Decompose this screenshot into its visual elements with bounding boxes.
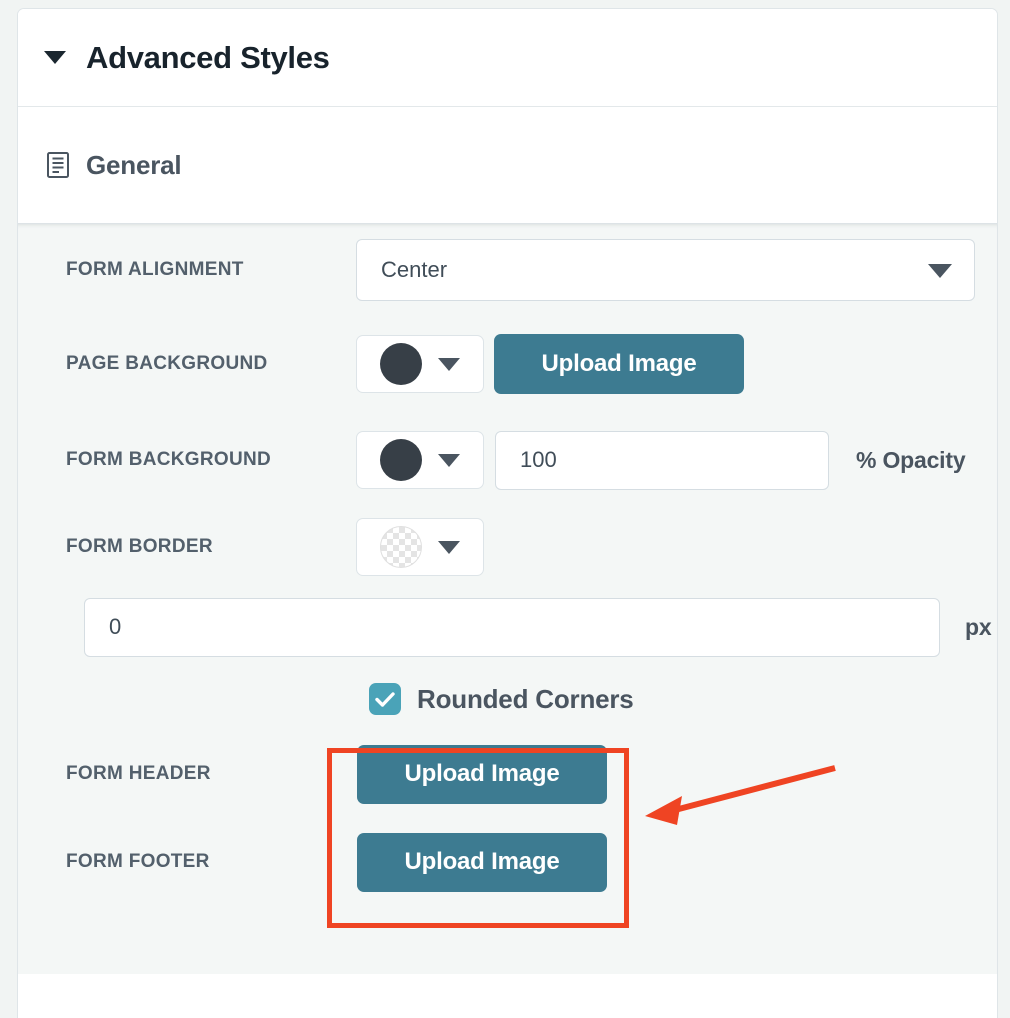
form-footer-row: FORM FOOTER Upload Image xyxy=(18,818,997,906)
form-background-opacity-value: 100 xyxy=(520,447,557,472)
general-section-header[interactable]: General xyxy=(18,107,997,224)
form-footer-label: FORM FOOTER xyxy=(66,851,210,872)
form-header-label: FORM HEADER xyxy=(66,763,211,784)
form-alignment-label: FORM ALIGNMENT xyxy=(66,259,244,280)
form-background-row: FORM BACKGROUND 100 % Opacity xyxy=(18,412,997,508)
general-settings-body: FORM ALIGNMENT Center PAGE BACKGROUND Up… xyxy=(18,224,997,976)
form-border-row: FORM BORDER xyxy=(18,508,997,586)
advanced-styles-panel: Advanced Styles General FORM ALIGNMENT C… xyxy=(17,8,998,1018)
form-alignment-select[interactable]: Center xyxy=(356,239,975,301)
page-title: Advanced Styles xyxy=(86,39,330,75)
next-section-strip xyxy=(17,974,998,990)
px-suffix-label: px xyxy=(965,613,992,640)
page-background-row: PAGE BACKGROUND Upload Image xyxy=(18,316,997,412)
caret-down-icon xyxy=(438,453,460,467)
document-lines-icon xyxy=(47,152,69,178)
form-border-width-input[interactable]: 0 xyxy=(84,597,940,657)
checkmark-icon xyxy=(375,692,395,707)
form-footer-upload-image-button[interactable]: Upload Image xyxy=(357,832,607,892)
form-header-upload-image-button[interactable]: Upload Image xyxy=(357,744,607,804)
page-background-label: PAGE BACKGROUND xyxy=(66,353,268,374)
color-swatch xyxy=(380,439,422,481)
color-swatch-transparent xyxy=(380,526,422,568)
rounded-corners-checkbox[interactable] xyxy=(369,683,401,715)
general-section-title: General xyxy=(86,149,182,180)
form-background-color-picker[interactable] xyxy=(356,431,484,489)
form-alignment-value: Center xyxy=(381,257,448,282)
form-background-opacity-input[interactable]: 100 xyxy=(495,430,829,490)
opacity-suffix-label: % Opacity xyxy=(856,446,966,473)
color-swatch xyxy=(380,343,422,385)
caret-down-icon xyxy=(438,540,460,554)
page-background-color-picker[interactable] xyxy=(356,335,484,393)
form-border-color-picker[interactable] xyxy=(356,518,484,576)
form-border-width-row: 0 px xyxy=(18,586,997,668)
form-border-width-value: 0 xyxy=(109,614,122,639)
caret-down-icon xyxy=(438,357,460,371)
rounded-corners-checkbox-wrapper[interactable]: Rounded Corners xyxy=(369,683,634,715)
form-alignment-row: FORM ALIGNMENT Center xyxy=(18,224,997,316)
advanced-styles-accordion-header[interactable]: Advanced Styles xyxy=(18,9,997,107)
page-background-upload-image-button[interactable]: Upload Image xyxy=(494,334,744,394)
caret-down-icon xyxy=(928,264,952,278)
rounded-corners-label: Rounded Corners xyxy=(417,683,634,714)
caret-down-icon xyxy=(44,51,66,64)
form-header-row: FORM HEADER Upload Image xyxy=(18,730,997,818)
form-background-label: FORM BACKGROUND xyxy=(66,449,272,470)
rounded-corners-row: Rounded Corners xyxy=(18,668,997,730)
form-border-label: FORM BORDER xyxy=(66,536,213,557)
